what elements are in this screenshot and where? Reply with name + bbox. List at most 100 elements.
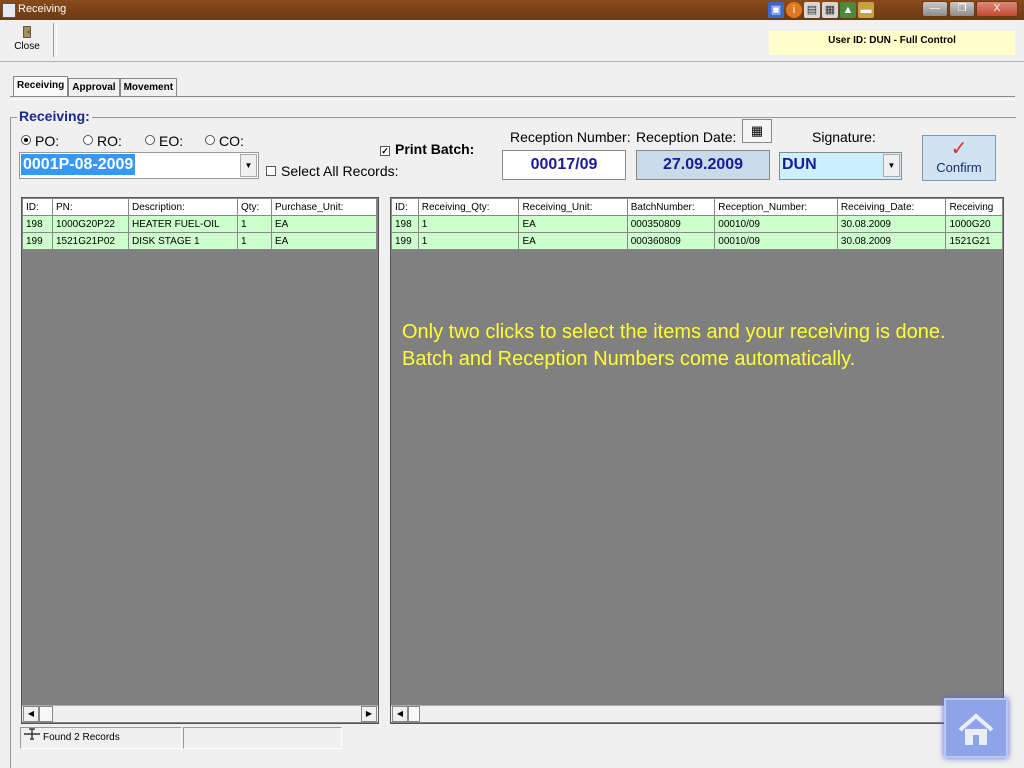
scroll-thumb[interactable] bbox=[39, 706, 53, 722]
cell[interactable]: 198 bbox=[391, 215, 419, 233]
signature-combo[interactable]: DUN ▼ bbox=[779, 152, 902, 180]
airplane-icon bbox=[21, 728, 43, 748]
cell[interactable]: EA bbox=[271, 215, 377, 233]
radio-po[interactable]: PO: bbox=[21, 133, 59, 149]
print-batch-checkbox[interactable]: ✓ Print Batch: bbox=[380, 141, 474, 157]
radio-indicator bbox=[205, 135, 215, 145]
document-icon[interactable]: ▦ bbox=[822, 2, 838, 18]
info-icon[interactable]: i bbox=[786, 2, 802, 18]
cell[interactable]: 000350809 bbox=[626, 215, 716, 233]
signature-label: Signature: bbox=[812, 129, 876, 145]
cell[interactable]: 1521G21P02 bbox=[52, 232, 129, 250]
confirm-label: Confirm bbox=[936, 160, 982, 175]
calendar-icon[interactable]: ▣ bbox=[768, 2, 784, 18]
cell[interactable]: EA bbox=[518, 215, 628, 233]
cell[interactable]: 30.08.2009 bbox=[836, 215, 947, 233]
cell[interactable]: 00010/09 bbox=[714, 232, 838, 250]
radio-indicator bbox=[145, 135, 155, 145]
column-header[interactable]: Reception_Number: bbox=[714, 198, 838, 216]
home-button[interactable] bbox=[944, 698, 1008, 758]
records-count: Found 2 Records bbox=[43, 732, 120, 743]
column-header[interactable]: ID: bbox=[22, 198, 53, 216]
cell[interactable]: EA bbox=[518, 232, 628, 250]
cell[interactable]: HEATER FUEL-OIL bbox=[128, 215, 238, 233]
radio-po-label: PO: bbox=[35, 133, 60, 149]
app-icon bbox=[2, 3, 16, 18]
tab-bar: Receiving Approval Movement bbox=[13, 76, 178, 96]
chart-icon[interactable]: ▤ bbox=[804, 2, 820, 18]
cell[interactable]: 1 bbox=[237, 232, 272, 250]
horizontal-scrollbar[interactable]: ◀ ▶ bbox=[22, 705, 378, 722]
tab-movement[interactable]: Movement bbox=[119, 78, 178, 96]
cell[interactable]: 1 bbox=[237, 215, 272, 233]
left-grid-table: ID: PN: Description: Qty: Purchase_Unit:… bbox=[22, 198, 377, 250]
chevron-down-icon[interactable]: ▼ bbox=[883, 154, 900, 177]
user-info: User ID: DUN - Full Control bbox=[769, 31, 1015, 55]
status-panel-empty bbox=[183, 727, 342, 749]
horizontal-scrollbar[interactable]: ◀ bbox=[391, 705, 1003, 722]
cell[interactable]: 1521G21 bbox=[945, 232, 1003, 250]
column-header[interactable]: Receiving bbox=[945, 198, 1003, 216]
cell[interactable]: 1 bbox=[417, 232, 520, 250]
restore-button[interactable]: ❐ bbox=[949, 1, 975, 17]
cell[interactable]: 1000G20P22 bbox=[52, 215, 129, 233]
column-header[interactable]: Receiving_Qty: bbox=[417, 198, 520, 216]
cell[interactable]: 1 bbox=[417, 215, 520, 233]
reception-number-label: Reception Number: bbox=[510, 129, 631, 145]
tab-receiving[interactable]: Receiving bbox=[13, 76, 69, 96]
cell[interactable]: DISK STAGE 1 bbox=[128, 232, 238, 250]
print-batch-label: Print Batch: bbox=[395, 141, 475, 157]
scroll-thumb[interactable] bbox=[408, 706, 420, 722]
reception-date-field[interactable]: 27.09.2009 bbox=[636, 150, 770, 180]
cell[interactable]: 30.08.2009 bbox=[836, 232, 947, 250]
tools-icon[interactable]: ▲ bbox=[840, 2, 856, 18]
overlay-annotation: Only two clicks to select the items and … bbox=[402, 321, 946, 370]
column-header[interactable]: Qty: bbox=[237, 198, 272, 216]
table-row[interactable]: 199 1521G21P02 DISK STAGE 1 1 EA bbox=[22, 232, 377, 250]
radio-co[interactable]: CO: bbox=[205, 133, 244, 149]
confirm-button[interactable]: ✓ Confirm bbox=[922, 135, 996, 181]
close-window-button[interactable]: X bbox=[976, 1, 1018, 17]
scroll-right-icon[interactable]: ▶ bbox=[361, 706, 377, 722]
checkbox-checked: ✓ bbox=[380, 146, 390, 156]
table-row[interactable]: 198 1000G20P22 HEATER FUEL-OIL 1 EA bbox=[22, 215, 377, 233]
table-row[interactable]: 198 1 EA 000350809 00010/09 30.08.2009 1… bbox=[391, 215, 1003, 233]
cell[interactable]: 198 bbox=[22, 215, 53, 233]
reception-number-field[interactable]: 00017/09 bbox=[502, 150, 626, 180]
cell[interactable]: 199 bbox=[391, 232, 419, 250]
cell[interactable]: EA bbox=[271, 232, 377, 250]
cell[interactable]: 00010/09 bbox=[714, 215, 838, 233]
checkbox-box bbox=[266, 166, 276, 176]
exit-icon[interactable]: ▬ bbox=[858, 2, 874, 18]
scroll-left-icon[interactable]: ◀ bbox=[23, 706, 39, 722]
minimize-button[interactable]: — bbox=[922, 1, 948, 17]
door-exit-icon bbox=[21, 25, 33, 39]
radio-eo[interactable]: EO: bbox=[145, 133, 183, 149]
right-grid-table: ID: Receiving_Qty: Receiving_Unit: Batch… bbox=[391, 198, 1003, 250]
group-title: Receiving: bbox=[17, 108, 92, 124]
column-header[interactable]: BatchNumber: bbox=[626, 198, 716, 216]
tab-approval[interactable]: Approval bbox=[68, 78, 120, 96]
column-header[interactable]: Receiving_Unit: bbox=[518, 198, 628, 216]
column-header[interactable]: PN: bbox=[52, 198, 129, 216]
calendar-button[interactable]: ▦ bbox=[742, 119, 772, 143]
cell[interactable]: 000360809 bbox=[626, 232, 716, 250]
cell[interactable]: 1000G20 bbox=[945, 215, 1003, 233]
checkmark-icon: ✓ bbox=[950, 138, 968, 160]
radio-indicator bbox=[21, 135, 31, 145]
left-grid[interactable]: ID: PN: Description: Qty: Purchase_Unit:… bbox=[21, 197, 379, 724]
column-header[interactable]: Receiving_Date: bbox=[836, 198, 947, 216]
column-header[interactable]: Purchase_Unit: bbox=[271, 198, 377, 216]
radio-ro[interactable]: RO: bbox=[83, 133, 122, 149]
scroll-left-icon[interactable]: ◀ bbox=[392, 706, 408, 722]
select-all-checkbox[interactable]: Select All Records: bbox=[266, 163, 399, 179]
cell[interactable]: 199 bbox=[22, 232, 53, 250]
chevron-down-icon[interactable]: ▼ bbox=[240, 154, 257, 177]
table-row[interactable]: 199 1 EA 000360809 00010/09 30.08.2009 1… bbox=[391, 232, 1003, 250]
column-header[interactable]: Description: bbox=[128, 198, 238, 216]
column-header[interactable]: ID: bbox=[391, 198, 419, 216]
close-button[interactable]: Close bbox=[8, 23, 46, 59]
right-grid[interactable]: ID: Receiving_Qty: Receiving_Unit: Batch… bbox=[390, 197, 1004, 724]
order-number-combo[interactable]: 0001P-08-2009 ▼ bbox=[19, 152, 259, 179]
toolbar-separator bbox=[53, 23, 57, 57]
